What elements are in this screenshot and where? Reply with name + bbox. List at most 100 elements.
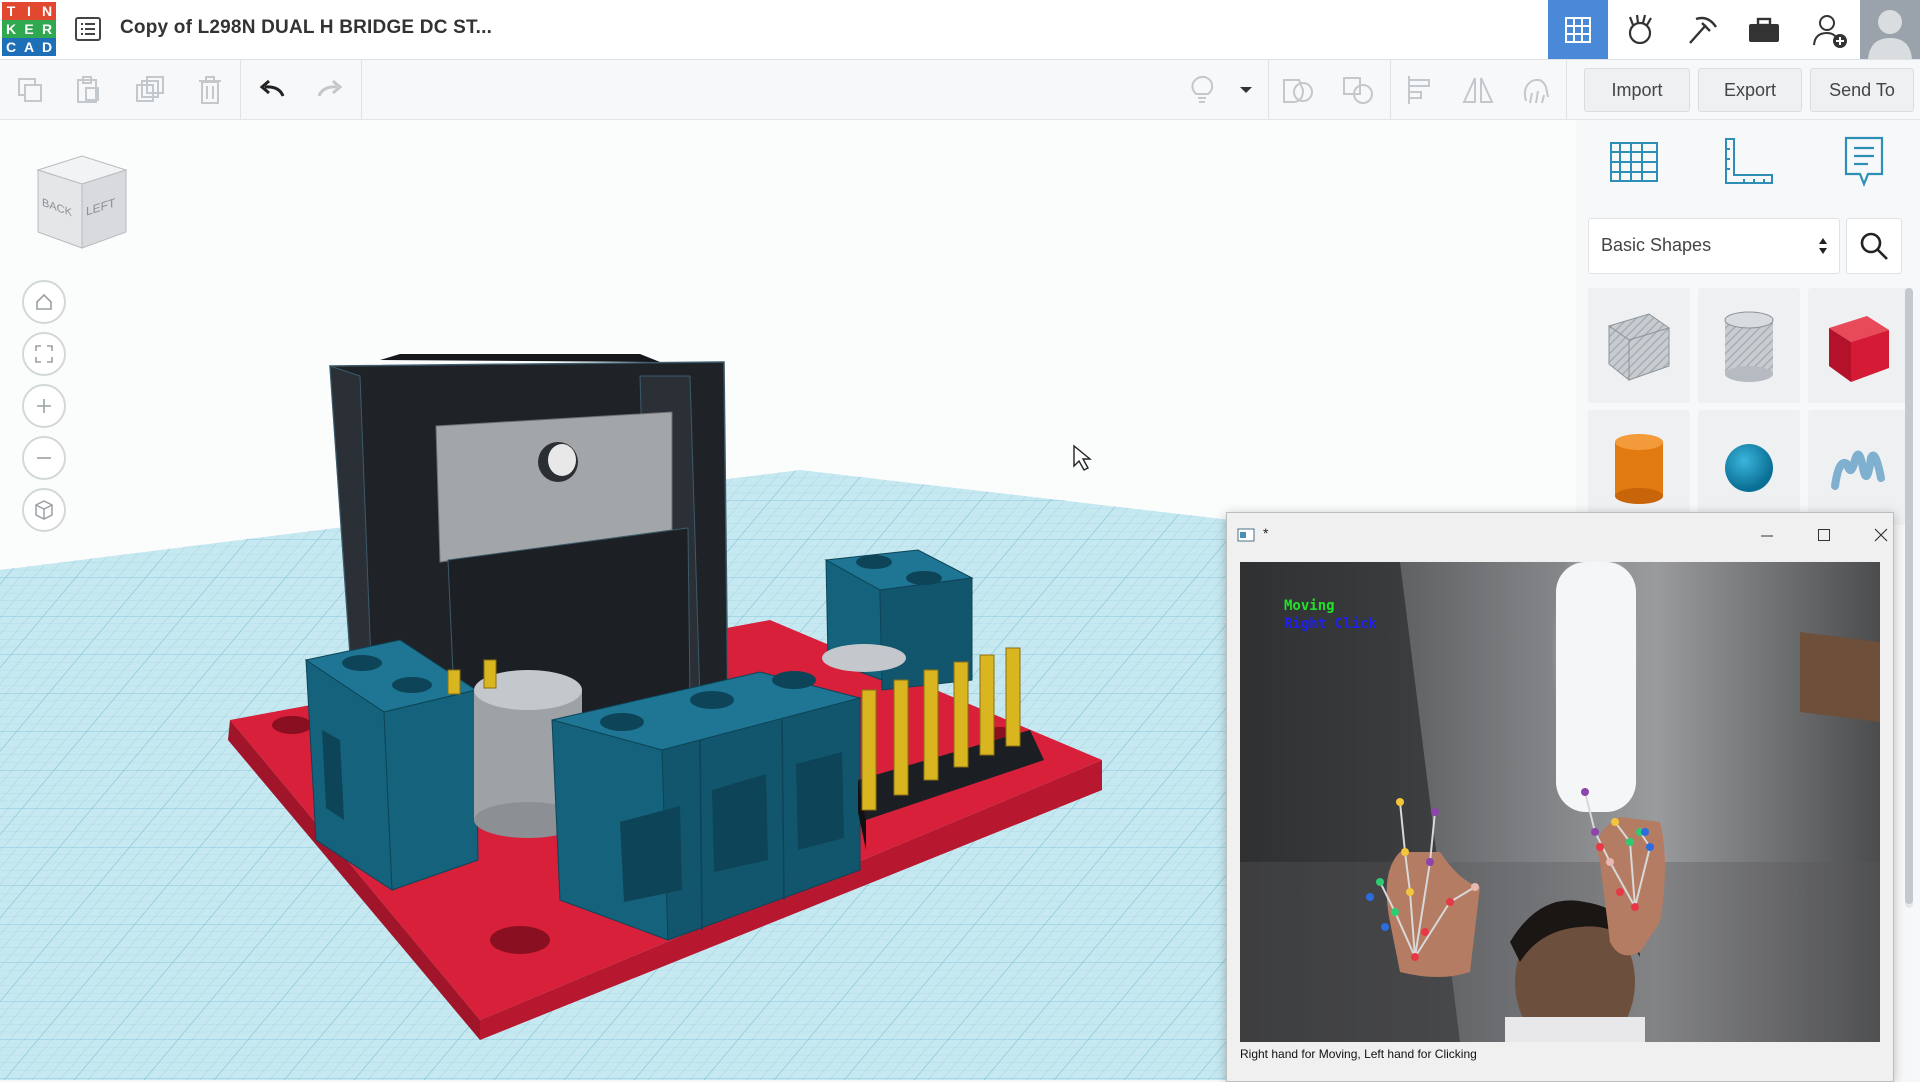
shape-sphere[interactable]: [1698, 410, 1800, 525]
redo-icon: [317, 79, 343, 97]
logo-letter: N: [38, 2, 56, 20]
select-arrows-icon: [1819, 238, 1827, 254]
import-button[interactable]: Import: [1584, 68, 1690, 112]
note-dropdown-button[interactable]: [1226, 68, 1266, 112]
zoom-in-button[interactable]: [22, 384, 66, 428]
duplicate-button[interactable]: [128, 68, 172, 112]
ungroup-icon: [1343, 77, 1373, 104]
zoom-out-button[interactable]: [22, 436, 66, 480]
avatar[interactable]: [1860, 0, 1920, 59]
design-list-icon[interactable]: [74, 15, 102, 43]
minimize-button[interactable]: [1747, 523, 1787, 547]
sphere-blue-icon: [1725, 443, 1773, 492]
logo-letter: E: [20, 20, 38, 38]
trash-icon: [199, 76, 221, 104]
shape-library-select[interactable]: Basic Shapes: [1588, 218, 1840, 274]
paste-button[interactable]: [66, 68, 110, 112]
logo-letter: A: [20, 38, 38, 56]
copy-button[interactable]: [8, 68, 52, 112]
toolbar-divider: [1268, 60, 1269, 119]
cruise-button[interactable]: [1514, 68, 1558, 112]
projects-button[interactable]: [1734, 0, 1794, 59]
ungroup-button[interactable]: [1336, 68, 1380, 112]
paste-icon: [77, 76, 99, 103]
undo-button[interactable]: [250, 68, 294, 112]
build-button[interactable]: [1672, 0, 1732, 59]
align-button[interactable]: [1398, 68, 1442, 112]
logo-letter: I: [20, 2, 38, 20]
mirror-icon: [1462, 77, 1494, 103]
toolbar-divider: [1566, 60, 1567, 119]
panel-scrollbar-thumb[interactable]: [1905, 288, 1913, 904]
shape-search-button[interactable]: [1846, 218, 1902, 274]
cylinder-hole-icon: [1724, 311, 1774, 382]
search-icon: [1860, 232, 1888, 260]
shape-library-value: Basic Shapes: [1601, 235, 1712, 255]
grid-view-button[interactable]: [1548, 0, 1608, 59]
delete-button[interactable]: [188, 68, 232, 112]
duplicate-icon: [136, 76, 164, 102]
edit-toolbar: Import Export Send To: [0, 60, 1920, 120]
copy-icon: [18, 78, 42, 102]
logo-letter: K: [2, 20, 20, 38]
fit-view-button[interactable]: [22, 332, 66, 376]
app-window-icon: [1237, 528, 1255, 542]
notes-tool-button[interactable]: [1834, 132, 1894, 192]
shape-box[interactable]: [1808, 288, 1910, 403]
top-bar: T I N K E R C A D Copy of L298N DUAL H B…: [0, 0, 1920, 60]
plus-icon: [37, 399, 51, 413]
group-button[interactable]: [1276, 68, 1320, 112]
gesture-status-click: Right Click: [1284, 616, 1377, 632]
cube-icon: [35, 500, 53, 520]
workplane-icon: [1610, 142, 1658, 182]
logo-letter: T: [2, 2, 20, 20]
add-user-icon: [1813, 14, 1847, 48]
export-button[interactable]: Export: [1698, 68, 1802, 112]
redo-button[interactable]: [308, 68, 352, 112]
perspective-button[interactable]: [22, 488, 66, 532]
home-view-button[interactable]: [22, 280, 66, 324]
camera-feed: Moving Right Click: [1240, 562, 1880, 1042]
grid-view-icon: [1565, 16, 1591, 43]
workplane-tool-button[interactable]: [1604, 132, 1664, 192]
briefcase-icon: [1749, 17, 1779, 42]
close-button[interactable]: [1861, 523, 1901, 547]
toolbar-divider: [1390, 60, 1391, 119]
tinker-icon: [1628, 14, 1652, 44]
magnet-hand-icon: [1523, 78, 1549, 104]
fit-view-icon: [35, 345, 53, 363]
shape-cylinder-hole[interactable]: [1698, 288, 1800, 403]
scribble-icon: [1831, 450, 1885, 490]
send-to-button[interactable]: Send To: [1810, 68, 1914, 112]
window-title: *: [1263, 525, 1269, 541]
logo-letter: D: [38, 38, 56, 56]
invite-user-button[interactable]: [1800, 0, 1860, 59]
minimize-icon: [1761, 535, 1773, 537]
ruler-tool-button[interactable]: [1718, 132, 1778, 192]
panel-scrollbar[interactable]: [1905, 288, 1913, 908]
chevron-down-icon: [1240, 87, 1252, 93]
mirror-button[interactable]: [1456, 68, 1500, 112]
view-cube[interactable]: BACK LEFT: [30, 150, 134, 254]
note-icon: [1844, 136, 1884, 187]
window-titlebar[interactable]: *: [1227, 513, 1893, 557]
maximize-button[interactable]: [1804, 523, 1844, 547]
camera-frame: [1240, 562, 1880, 1042]
minus-icon: [37, 457, 51, 459]
maximize-icon: [1818, 529, 1830, 541]
show-all-button[interactable]: [1180, 68, 1224, 112]
pickaxe-icon: [1689, 16, 1717, 44]
shape-cylinder[interactable]: [1588, 410, 1690, 525]
shape-box-hole[interactable]: [1588, 288, 1690, 403]
home-icon: [36, 293, 52, 310]
logo-letter: R: [38, 20, 56, 38]
undo-icon: [259, 79, 285, 97]
hand-tracking-window[interactable]: * Moving Right Click Right hand for Movi…: [1226, 512, 1894, 1082]
tinker-button[interactable]: [1610, 0, 1670, 59]
box-icon: [1607, 312, 1671, 381]
tinkercad-logo[interactable]: T I N K E R C A D: [2, 2, 56, 56]
document-title[interactable]: Copy of L298N DUAL H BRIDGE DC ST...: [120, 17, 492, 39]
mouse-cursor: [1073, 444, 1092, 471]
gesture-status-moving: Moving: [1284, 598, 1335, 614]
shape-scribble[interactable]: [1808, 410, 1910, 525]
